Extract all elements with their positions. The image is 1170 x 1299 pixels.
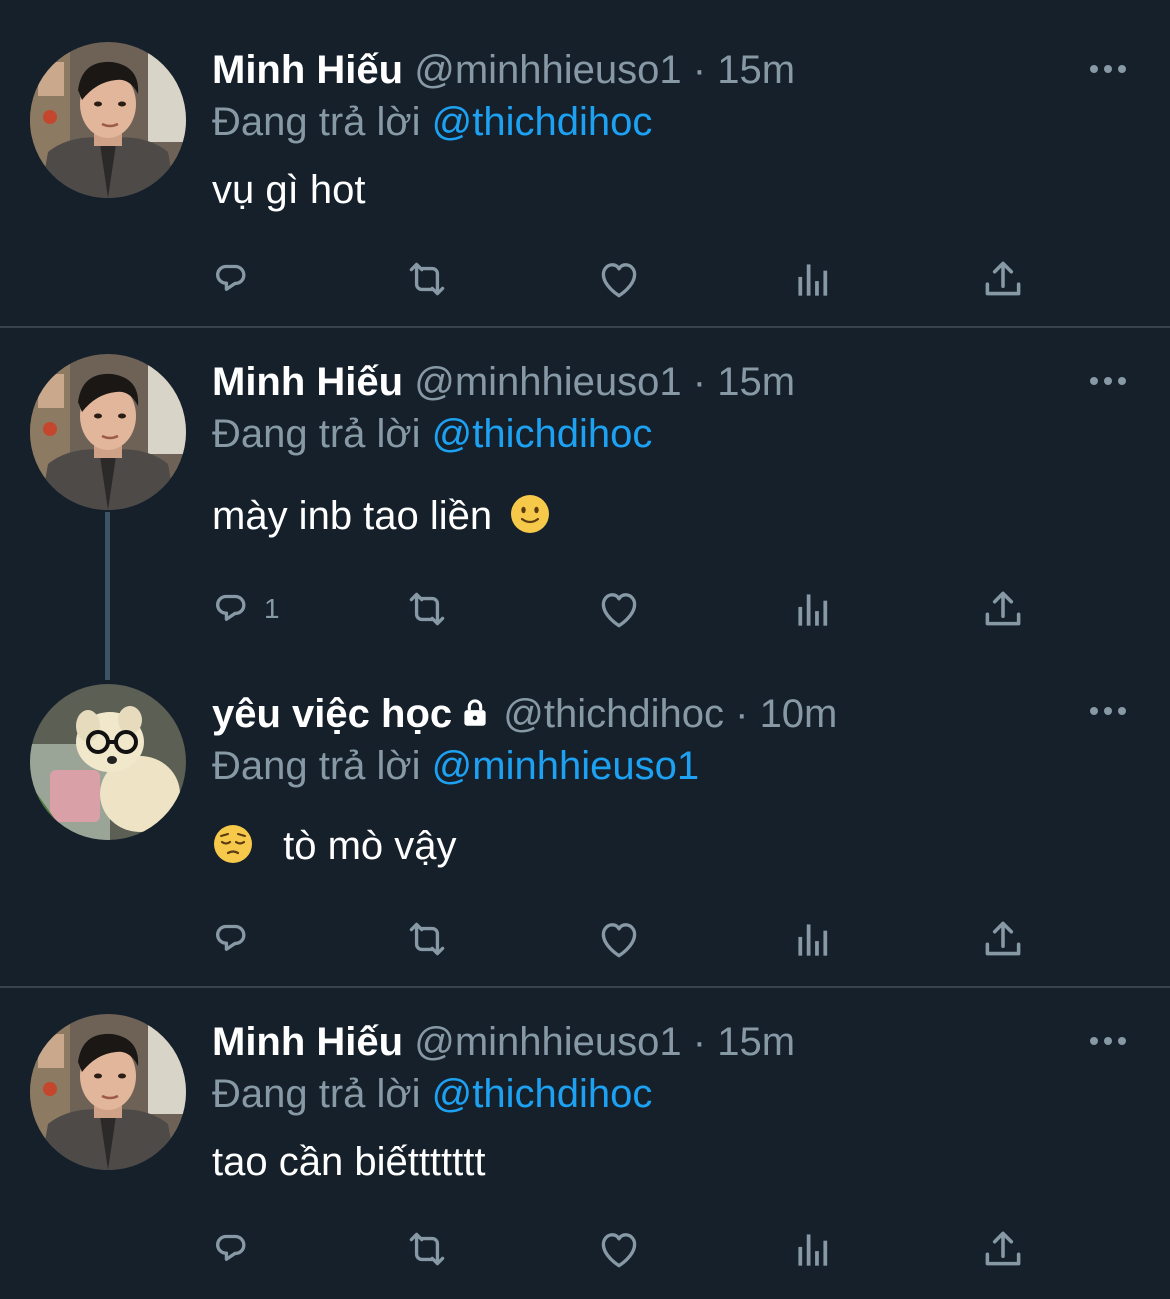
analytics-icon: [788, 254, 838, 304]
like-icon: [594, 584, 644, 634]
user-handle[interactable]: @minhhieuso1: [414, 48, 681, 92]
tweet-actions: [212, 254, 1042, 304]
mention-link[interactable]: @thichdihoc: [432, 1072, 653, 1116]
tweet-text-row: tò mò vậy: [212, 820, 1130, 872]
tweet-actions: [212, 914, 1042, 964]
avatar-minhhieuso1[interactable]: [30, 354, 186, 510]
separator-dot: ·: [692, 360, 707, 404]
pensive-face-icon: [212, 823, 254, 865]
lock-icon: [458, 691, 492, 725]
analytics-icon: [788, 584, 838, 634]
share-button[interactable]: [978, 584, 1028, 634]
avatar-thichdihoc[interactable]: [30, 684, 186, 840]
retweet-icon: [402, 1224, 452, 1274]
mention-link[interactable]: @thichdihoc: [432, 412, 653, 456]
replying-to: Đang trả lời @thichdihoc: [212, 1068, 1130, 1120]
user-handle[interactable]: @minhhieuso1: [414, 1020, 681, 1064]
reply-button[interactable]: [206, 254, 264, 304]
user-handle[interactable]: @minhhieuso1: [414, 360, 681, 404]
like-button[interactable]: [594, 914, 644, 964]
tweet-2[interactable]: Minh Hiếu @minhhieuso1 · 15m Đang trả lờ…: [0, 328, 1170, 658]
share-button[interactable]: [978, 1224, 1028, 1274]
tweet-text: vụ gì hot: [212, 168, 366, 212]
reply-button[interactable]: 1: [206, 584, 280, 634]
separator-dot: ·: [692, 1020, 707, 1064]
share-icon: [978, 254, 1028, 304]
avatar-minhhieuso1[interactable]: [30, 42, 186, 198]
replying-to: Đang trả lời @minhhieuso1: [212, 740, 1130, 792]
share-button[interactable]: [978, 914, 1028, 964]
replying-to: Đang trả lời @thichdihoc: [212, 96, 1130, 148]
like-button[interactable]: [594, 1224, 644, 1274]
reply-icon: [206, 914, 256, 964]
mention-link[interactable]: @minhhieuso1: [432, 744, 699, 788]
analytics-button[interactable]: [788, 914, 838, 964]
slightly-smiling-face-icon: [509, 493, 551, 535]
share-icon: [978, 914, 1028, 964]
share-icon: [978, 584, 1028, 634]
like-button[interactable]: [594, 584, 644, 634]
like-icon: [594, 914, 644, 964]
more-icon[interactable]: [1088, 374, 1128, 386]
retweet-button[interactable]: [402, 1224, 452, 1274]
reply-button[interactable]: [206, 1224, 264, 1274]
display-name[interactable]: Minh Hiếu: [212, 360, 403, 404]
separator-dot: ·: [735, 692, 749, 736]
reply-button[interactable]: [206, 914, 264, 964]
user-handle[interactable]: @thichdihoc: [503, 692, 724, 736]
tweet-header: yêu việc học @thichdihoc · 10m: [212, 688, 1130, 740]
avatar-minhhieuso1[interactable]: [30, 1014, 186, 1170]
timestamp[interactable]: 15m: [717, 360, 795, 404]
tweet-4[interactable]: Minh Hiếu @minhhieuso1 · 15m Đang trả lờ…: [0, 988, 1170, 1299]
like-icon: [594, 1224, 644, 1274]
mention-link[interactable]: @thichdihoc: [432, 100, 653, 144]
more-icon[interactable]: [1088, 704, 1128, 716]
separator-dot: ·: [692, 48, 707, 92]
tweet-text: tò mò vậy: [283, 824, 457, 868]
retweet-button[interactable]: [402, 914, 452, 964]
display-name[interactable]: Minh Hiếu: [212, 1020, 403, 1064]
timestamp[interactable]: 15m: [717, 1020, 795, 1064]
analytics-icon: [788, 1224, 838, 1274]
like-icon: [594, 254, 644, 304]
share-button[interactable]: [978, 254, 1028, 304]
retweet-icon: [402, 254, 452, 304]
more-icon[interactable]: [1088, 1034, 1128, 1046]
reply-icon: [206, 584, 256, 634]
analytics-button[interactable]: [788, 584, 838, 634]
replying-to-label: Đang trả lời: [212, 412, 421, 456]
tweet-actions: 1: [212, 584, 1042, 634]
tweet-header: Minh Hiếu @minhhieuso1 · 15m: [212, 356, 1130, 408]
analytics-button[interactable]: [788, 1224, 838, 1274]
replying-to-label: Đang trả lời: [212, 1072, 421, 1116]
analytics-button[interactable]: [788, 254, 838, 304]
retweet-button[interactable]: [402, 584, 452, 634]
tweet-1[interactable]: Minh Hiếu @minhhieuso1 · 15m Đang trả lờ…: [0, 0, 1170, 326]
replying-to-label: Đang trả lời: [212, 744, 421, 788]
replying-to: Đang trả lời @thichdihoc: [212, 408, 1130, 460]
display-name[interactable]: yêu việc học: [212, 692, 452, 736]
share-icon: [978, 1224, 1028, 1274]
reply-count: 1: [264, 593, 280, 624]
more-icon[interactable]: [1088, 62, 1128, 74]
reply-icon: [206, 254, 256, 304]
tweet-3[interactable]: yêu việc học @thichdihoc · 10m Đang trả …: [0, 658, 1170, 986]
replying-to-label: Đang trả lời: [212, 100, 421, 144]
timestamp[interactable]: 15m: [717, 48, 795, 92]
tweet-header: Minh Hiếu @minhhieuso1 · 15m: [212, 44, 1130, 96]
reply-icon: [206, 1224, 256, 1274]
retweet-button[interactable]: [402, 254, 452, 304]
tweet-text-row: mày inb tao liền: [212, 490, 1130, 542]
tweet-text: tao cần biếttttttt: [212, 1140, 486, 1184]
retweet-icon: [402, 584, 452, 634]
timestamp[interactable]: 10m: [760, 692, 838, 736]
display-name[interactable]: Minh Hiếu: [212, 48, 403, 92]
like-button[interactable]: [594, 254, 644, 304]
analytics-icon: [788, 914, 838, 964]
tweet-header: Minh Hiếu @minhhieuso1 · 15m: [212, 1016, 1130, 1068]
tweet-actions: [212, 1224, 1042, 1274]
retweet-icon: [402, 914, 452, 964]
tweet-text: mày inb tao liền: [212, 494, 493, 538]
